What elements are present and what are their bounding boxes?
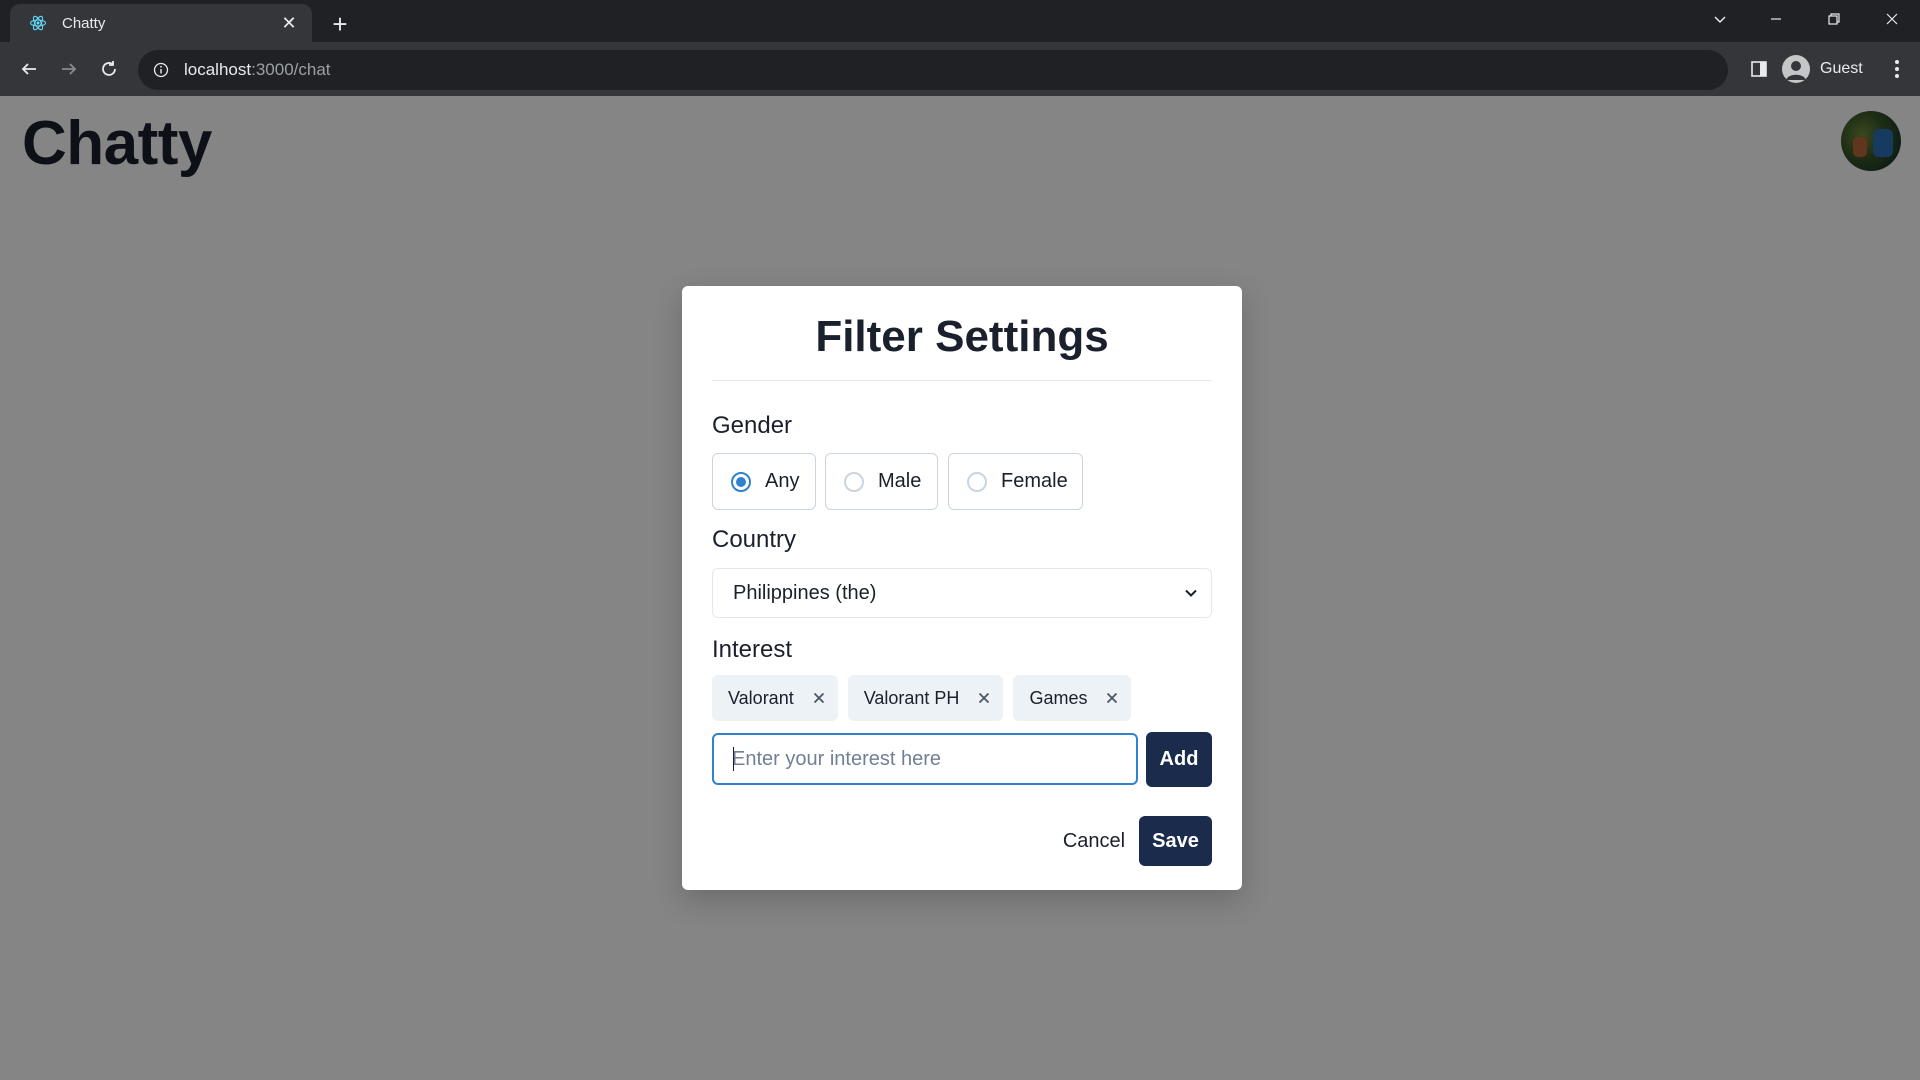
tab-close-icon[interactable]: ✕ [278,12,300,34]
add-interest-button[interactable]: Add [1146,732,1212,787]
side-panel-icon[interactable] [1742,52,1776,86]
kebab-menu-icon[interactable] [1880,52,1914,86]
profile-button[interactable]: Guest [1780,52,1873,86]
gender-option-male[interactable]: Male [825,453,938,510]
interest-label: Interest [712,636,793,663]
country-select-value: Philippines (the) [733,581,877,604]
modal-divider [712,380,1212,381]
browser-tabstrip: Chatty ✕ + [0,0,1920,42]
gender-option-female[interactable]: Female [948,453,1083,510]
gender-label: Gender [712,412,793,439]
radio-label: Male [878,470,922,492]
gender-option-any[interactable]: Any [712,453,816,510]
save-button[interactable]: Save [1139,816,1212,866]
interest-tag-label: Games [1029,687,1088,708]
page-viewport: Chatty Filter Settings Gender Any Male F… [0,96,1920,1080]
new-tab-plus-icon[interactable]: + [324,8,356,40]
site-info-icon[interactable] [152,61,170,79]
modal-title: Filter Settings [815,312,1109,361]
reload-icon[interactable] [92,52,126,86]
restore-icon[interactable] [1806,0,1862,38]
back-arrow-icon[interactable] [12,52,46,86]
interest-tag: Games [1013,675,1132,721]
interest-tag: Valorant PH [847,675,1004,721]
chevron-down-icon [1171,568,1211,618]
interest-tag: Valorant [712,675,838,721]
filter-settings-modal: Filter Settings Gender Any Male Female C… [682,286,1242,890]
minimize-icon[interactable] [1748,0,1804,38]
radio-label: Female [1001,470,1068,492]
react-favicon-icon [28,13,48,33]
url-path: :3000/chat [251,60,331,79]
forward-arrow-icon[interactable] [52,52,86,86]
cancel-button[interactable]: Cancel [1056,816,1132,866]
interest-tags: Valorant Valorant PH Games [712,675,1132,721]
radio-label: Any [765,470,800,492]
browser-tab[interactable]: Chatty ✕ [10,4,312,42]
country-label: Country [712,526,797,553]
address-bar[interactable]: localhost:3000/chat [138,50,1728,90]
text-caret [733,747,734,771]
profile-label: Guest [1820,60,1863,77]
tag-remove-icon[interactable] [975,689,993,707]
window-close-icon[interactable] [1864,0,1920,38]
radio-unchecked-icon[interactable] [967,471,987,492]
radio-checked-icon[interactable] [731,471,751,492]
interest-tag-label: Valorant PH [863,687,960,708]
tab-title: Chatty [62,14,106,32]
url-host: localhost [184,60,252,79]
guest-avatar-icon [1782,55,1810,83]
browser-toolbar: localhost:3000/chat Guest [0,42,1920,96]
tag-remove-icon[interactable] [1103,689,1121,707]
tag-remove-icon[interactable] [810,689,828,707]
radio-unchecked-icon[interactable] [844,471,864,492]
tab-search-chevron-icon[interactable] [1692,0,1748,38]
country-select[interactable]: Philippines (the) [712,568,1212,618]
interest-tag-label: Valorant [728,687,794,708]
interest-input[interactable] [712,733,1138,785]
